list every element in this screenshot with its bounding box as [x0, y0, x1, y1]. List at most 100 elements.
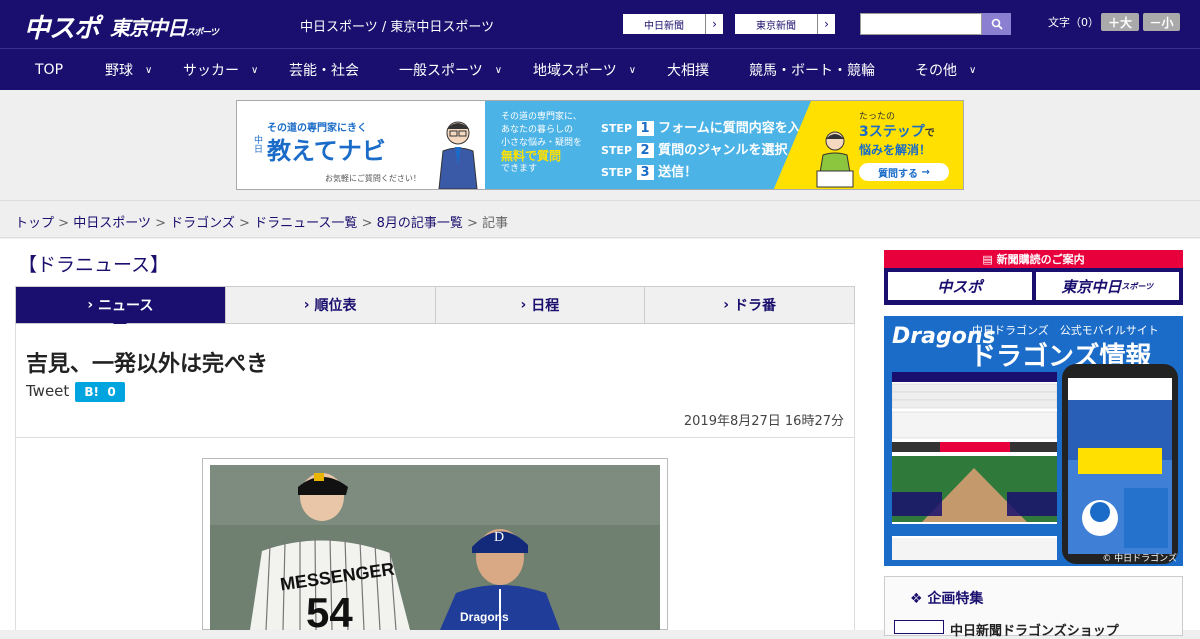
chevron-down-icon: ∨: [145, 64, 153, 76]
chunichi-shimbun-label: 中日新聞: [644, 20, 684, 32]
nav-item-racing[interactable]: 競馬・ボート・競輪: [749, 49, 875, 91]
tokyo-chunichi-subscribe-text: 東京中日: [1061, 277, 1122, 296]
ad-description: その道の専門家に、 あなたの暮らしの 小さな悩み・疑問を 無料で質問 できます: [501, 111, 582, 176]
feature-thumbnail[interactable]: [894, 620, 944, 634]
chevron-right-icon: ›: [723, 297, 734, 313]
nav-item-label: 競馬・ボート・競輪: [749, 63, 875, 79]
tokyo-shimbun-button[interactable]: 東京新聞 ›: [734, 13, 836, 35]
nav-item-entertainment[interactable]: 芸能・社会: [289, 49, 359, 91]
chuspo-subscribe-link[interactable]: 中スポ: [888, 272, 1032, 300]
subscribe-header: ▤ 新聞購読のご案内: [884, 250, 1183, 268]
ad-steps-panel: STEP 1 フォームに質問内容を入力 STEP 2 質問のジャンルを選択 ST…: [595, 101, 963, 189]
chevron-right-icon: ›: [303, 297, 315, 313]
article-headline: 吉見、一発以外は完ぺき: [26, 352, 269, 377]
jersey-number: 54: [306, 589, 353, 630]
ad-cta-big: 3ステップ: [859, 124, 925, 140]
breadcrumb-link-august-articles[interactable]: 8月の記事一覧: [377, 216, 463, 231]
ad-note: お気軽にご質問ください！: [325, 174, 421, 183]
tab-label: 順位表: [314, 298, 357, 314]
hatena-bookmark-button[interactable]: B! 0: [75, 382, 125, 402]
ribbon-icon: ❖: [910, 591, 928, 607]
breadcrumb-separator: >: [58, 216, 70, 231]
chevron-right-icon: ›: [520, 297, 532, 313]
chuspo-logo[interactable]: 中スポ: [24, 8, 100, 45]
article-photo[interactable]: MESSENGER 54 D Dragons: [210, 465, 660, 630]
oshiete-navi-banner-ad[interactable]: その道の専門家にきく 中日 教えてナビ お気軽にご質問ください！ その道の専門家…: [236, 100, 964, 190]
font-size-down-button[interactable]: －小: [1143, 13, 1180, 31]
font-size-label: 文字（0）: [1048, 16, 1099, 29]
chevron-right-icon: ›: [87, 297, 99, 313]
ad-cta-bottom: 悩みを解消！: [859, 143, 932, 157]
chevron-right-icon: ›: [817, 14, 835, 34]
feature-title-text: 企画特集: [927, 591, 984, 607]
ad-cta-de: で: [924, 128, 935, 139]
breadcrumb-link-dragons[interactable]: ドラゴンズ: [170, 216, 235, 231]
dragons-ad-scoreboard: [891, 372, 1058, 560]
nav-item-soccer[interactable]: サッカー ∨: [183, 49, 258, 91]
ad-description-panel: その道の専門家に、 あなたの暮らしの 小さな悩み・疑問を 無料で質問 できます: [485, 101, 595, 189]
breadcrumb-bar: トップ > 中日スポーツ > ドラゴンズ > ドラニュース一覧 > 8月の記事一…: [0, 200, 1200, 238]
nav-item-label: 地域スポーツ: [533, 63, 617, 79]
fan-club-screen-illustration: [1068, 378, 1172, 548]
tab-label: ドラ番: [733, 298, 776, 314]
svg-text:D: D: [494, 530, 504, 545]
tab-news[interactable]: › ニュース: [16, 287, 226, 331]
ad-step-label: STEP: [601, 166, 633, 179]
nav-item-sumo[interactable]: 大相撲: [667, 49, 709, 91]
breadcrumb-separator: >: [155, 216, 166, 231]
font-size-up-button[interactable]: ＋大: [1101, 13, 1139, 31]
nav-item-top[interactable]: TOP: [35, 49, 63, 91]
tab-label: 日程: [531, 298, 560, 314]
dragons-ad-copyright: © 中日ドラゴンズ: [1102, 554, 1177, 564]
tokyo-chunichi-subscribe-link[interactable]: 東京中日 スポーツ: [1035, 272, 1179, 300]
nav-item-label: 芸能・社会: [289, 63, 359, 79]
tab-schedule[interactable]: › 日程: [436, 287, 646, 323]
ad-desc-highlight: 無料で質問: [501, 149, 562, 163]
dragons-mobile-site-ad[interactable]: Dragons 中日ドラゴンズ 公式モバイルサイト ドラゴンズ情報 © 中日ドラ…: [884, 316, 1183, 566]
scoreboard-illustration: [891, 372, 1058, 560]
chevron-down-icon: ∨: [969, 64, 977, 76]
site-title: 中日スポーツ / 東京中日スポーツ: [300, 20, 495, 35]
nav-item-label: 大相撲: [667, 63, 709, 79]
tokyo-chunichi-logo-text: 東京中日: [110, 16, 187, 40]
ad-brand-panel: その道の専門家にきく 中日 教えてナビ お気軽にご質問ください！: [237, 101, 485, 189]
nav-item-local-sports[interactable]: 地域スポーツ ∨: [533, 49, 636, 91]
ad-step-label: STEP: [601, 144, 633, 157]
nav-item-general-sports[interactable]: 一般スポーツ ∨: [399, 49, 502, 91]
tweet-button[interactable]: Tweet: [26, 382, 69, 400]
nav-item-baseball[interactable]: 野球 ∨: [105, 49, 152, 91]
chunichi-shimbun-button[interactable]: 中日新聞 ›: [622, 13, 724, 35]
ad-cta-button[interactable]: 質問する →: [859, 163, 949, 181]
breadcrumb-separator: >: [239, 216, 250, 231]
subscribe-ad[interactable]: ▤ 新聞購読のご案内 中スポ 東京中日 スポーツ: [884, 250, 1183, 305]
hatena-icon: B!: [84, 385, 99, 399]
ad-step-text: 送信！: [658, 165, 698, 180]
advisor-illustration: [438, 121, 478, 189]
breadcrumb-link-dora-news-list[interactable]: ドラニュース一覧: [254, 216, 357, 231]
search-input[interactable]: [860, 13, 982, 35]
ad-desc-line: その道の専門家に、: [501, 112, 582, 122]
nav-item-other[interactable]: その他 ∨: [915, 49, 976, 91]
tab-label: ニュース: [98, 298, 154, 314]
breadcrumb-link-top[interactable]: トップ: [15, 216, 54, 231]
ad-step-text: フォームに質問内容を入力: [658, 121, 814, 136]
tab-dora-ban[interactable]: › ドラ番: [645, 287, 854, 323]
section-title: 【ドラニュース】: [18, 254, 170, 276]
hatena-count: 0: [107, 385, 116, 399]
dragons-tabs: › ニュース › 順位表 › 日程 › ドラ番: [15, 286, 855, 331]
ad-step-2: STEP 2 質問のジャンルを選択: [601, 143, 788, 158]
breadcrumb-link-chunichi-sports[interactable]: 中日スポーツ: [73, 216, 151, 231]
chevron-down-icon: ∨: [628, 64, 637, 76]
tokyo-chunichi-logo-small: スポーツ: [186, 28, 219, 38]
ad-step-3: STEP 3 送信！: [601, 165, 698, 180]
breadcrumb: トップ > 中日スポーツ > ドラゴンズ > ドラニュース一覧 > 8月の記事一…: [15, 212, 508, 231]
ad-cta-panel: たったの 3ステップで 悩みを解消！ 質問する →: [773, 101, 963, 189]
tokyo-chunichi-logo[interactable]: 東京中日スポーツ: [110, 12, 219, 41]
search-button[interactable]: [982, 13, 1011, 35]
ad-cta-button-label: 質問する: [878, 168, 919, 180]
user-laptop-illustration: [816, 131, 854, 188]
chevron-right-icon: ›: [705, 14, 723, 34]
tab-standings[interactable]: › 順位表: [226, 287, 436, 323]
nav-item-label: サッカー: [183, 63, 239, 79]
ad-desc-line: できます: [501, 164, 538, 174]
